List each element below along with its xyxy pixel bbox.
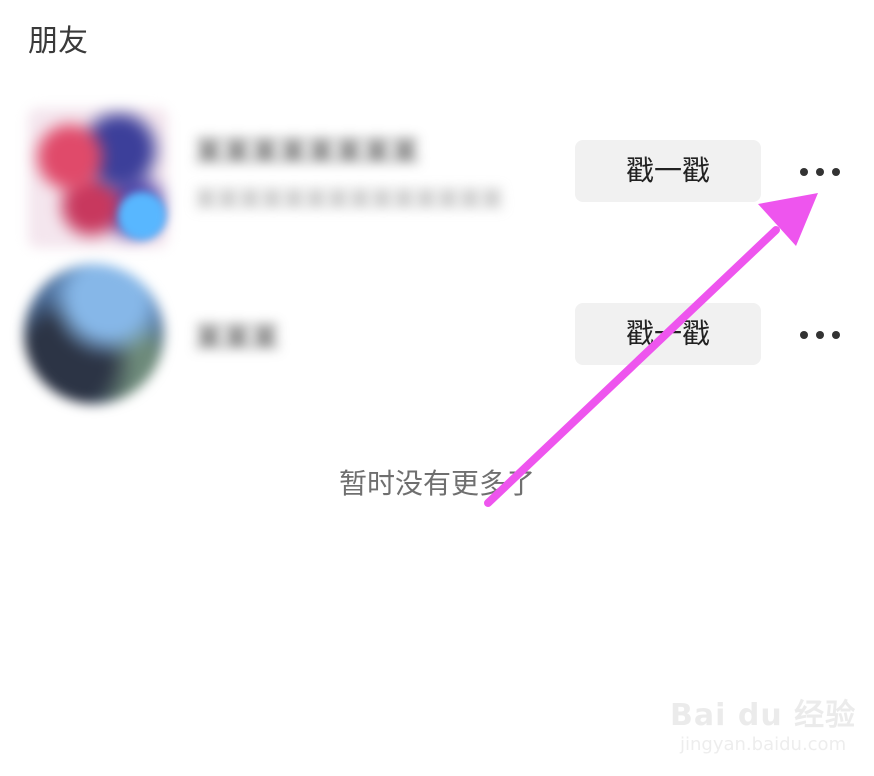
friend-avatar[interactable] [24, 264, 164, 404]
watermark-site: jingyan.baidu.com [680, 734, 847, 755]
friend-subtitle: 某某某某某某某某某某某某某某 [195, 188, 504, 213]
more-icon-dot [800, 168, 808, 176]
poke-button[interactable]: 戳一戳 [575, 140, 761, 202]
more-icon-dot [832, 331, 840, 339]
more-icon-dot [816, 168, 824, 176]
more-icon-dot [816, 331, 824, 339]
friend-name: 某某某某某某某某 [195, 135, 420, 168]
more-icon-dot [832, 168, 840, 176]
poke-button[interactable]: 戳一戳 [575, 303, 761, 365]
friend-name: 某某某 [195, 321, 280, 354]
watermark-logo: Bai du 经验 jingyan.baidu.com [670, 690, 860, 760]
friend-row: 某某某 戳一戳 [0, 258, 874, 408]
more-icon-dot [800, 331, 808, 339]
watermark-text: Bai du 经验 [670, 698, 857, 733]
friend-row: 某某某某某某某某 某某某某某某某某某某某某某某 戳一戳 [0, 100, 874, 250]
more-options-button[interactable] [796, 320, 844, 350]
empty-hint: 暂时没有更多了 [338, 467, 535, 500]
avatar-badge-icon [118, 192, 166, 240]
more-options-button[interactable] [796, 157, 844, 187]
section-title: 朋友 [28, 24, 88, 59]
